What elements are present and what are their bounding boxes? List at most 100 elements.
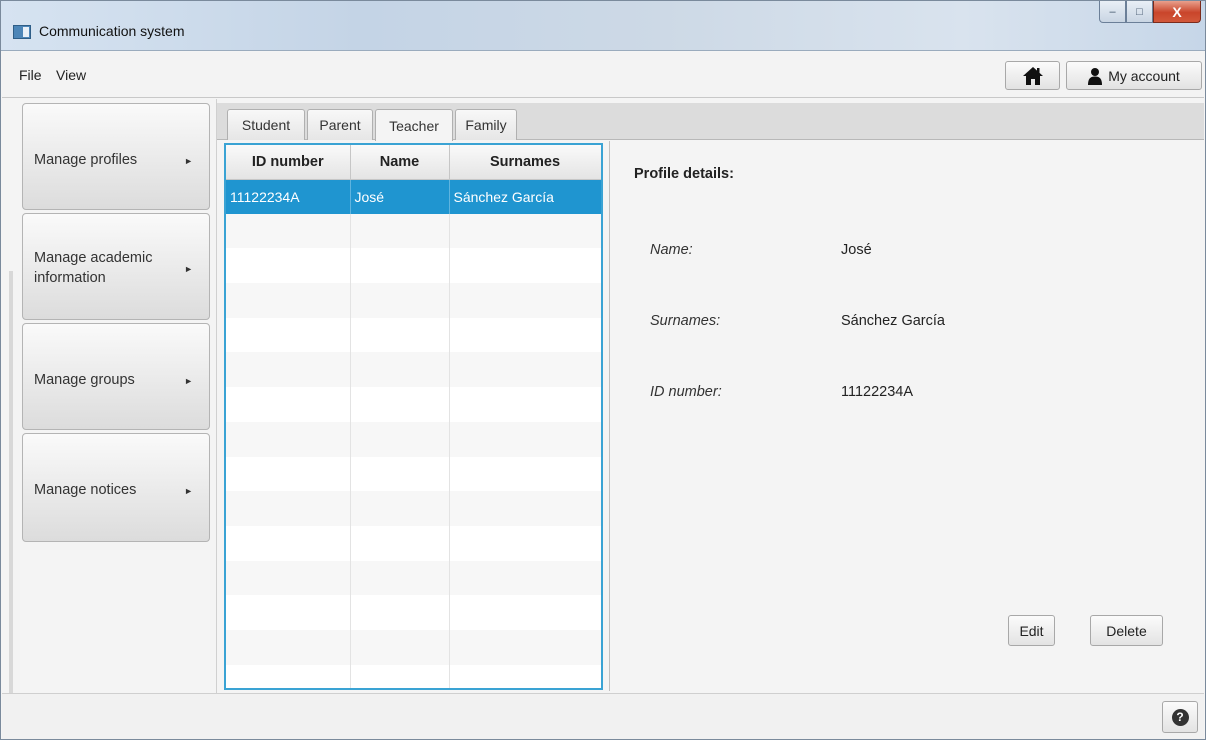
id-number-value: 11122234A [841,384,914,400]
menu-file[interactable]: File [19,67,42,83]
sidebar-item-manage-profiles[interactable]: Manage profiles ► [22,103,210,210]
table-row[interactable] [226,525,601,561]
tab-student[interactable]: Student [227,109,305,140]
window-title: Communication system [39,23,185,39]
table-cell [350,213,450,249]
table-row[interactable] [226,317,601,353]
table-row[interactable] [226,595,601,630]
table-cell [226,213,351,249]
sidebar-item-manage-groups[interactable]: Manage groups ► [22,323,210,430]
table-cell [449,525,601,561]
table-cell [350,283,450,318]
app-window: Communication system – □ X File View My … [0,0,1206,740]
table-cell [350,421,450,457]
surnames-label: Surnames: [650,313,721,329]
window-edge [9,271,13,735]
column-header-surnames[interactable]: Surnames [449,145,601,180]
title-bar[interactable]: Communication system – □ X [1,1,1205,51]
maximize-button[interactable]: □ [1126,1,1153,23]
my-account-button[interactable]: My account [1066,61,1202,90]
table-cell [449,283,601,318]
table-cell [226,595,351,630]
table-cell: José [350,179,450,214]
table-cell: 11122234A [226,179,351,214]
tab-parent[interactable]: Parent [307,109,373,140]
table-cell [226,525,351,561]
sidebar-item-label: Manage academic information [34,248,153,288]
delete-button[interactable]: Delete [1090,615,1163,646]
table-cell [350,248,450,284]
table-header-row: ID number Name Surnames [226,145,601,180]
app-icon [13,25,31,39]
tab-teacher[interactable]: Teacher [375,109,453,141]
minimize-button[interactable]: – [1099,1,1126,23]
sidebar-item-manage-notices[interactable]: Manage notices ► [22,433,210,542]
table-cell [449,387,601,422]
table-cell [350,664,450,688]
tab-family[interactable]: Family [455,109,517,140]
table-row[interactable] [226,456,601,492]
user-icon [1088,67,1103,85]
edit-button[interactable]: Edit [1008,615,1055,646]
home-icon [1022,66,1043,85]
column-header-name[interactable]: Name [350,145,450,180]
table-row[interactable] [226,560,601,596]
profile-type-tabs: Student Parent Teacher Family [217,103,1204,141]
table-cell [226,560,351,596]
table-row[interactable] [226,352,601,388]
my-account-label: My account [1108,67,1180,84]
table-cell [449,213,601,249]
table-cell [449,595,601,630]
menu-view[interactable]: View [56,67,86,83]
table-cell [350,629,450,665]
table-row[interactable] [226,213,601,249]
table-cell [449,664,601,688]
chevron-right-icon: ► [184,486,193,496]
window-controls: – □ X [1099,1,1201,27]
table-row[interactable] [226,387,601,422]
table-cell [449,491,601,526]
table-cell [350,387,450,422]
chevron-right-icon: ► [184,156,193,166]
table-cell [226,491,351,526]
chevron-right-icon: ► [184,376,193,386]
table-cell [350,595,450,630]
home-button[interactable] [1005,61,1060,90]
table-cell [350,352,450,388]
table-cell [226,283,351,318]
profile-details-panel: Profile details: Name: José Surnames: Sá… [609,141,1204,691]
table-cell [226,421,351,457]
sidebar-item-label: Manage groups [34,372,135,388]
table-row[interactable] [226,283,601,318]
table-row[interactable] [226,491,601,526]
table-row[interactable] [226,629,601,665]
profiles-table[interactable]: ID number Name Surnames 11122234A José Sán… [224,143,603,690]
table-cell [350,491,450,526]
sidebar-item-label: Manage profiles [34,152,138,168]
chevron-right-icon: ► [184,264,193,274]
table-cell [449,421,601,457]
sidebar-item-label: Manage notices [34,482,137,498]
table-cell [350,317,450,353]
name-value: José [841,242,872,258]
table-cell: Sánchez García [449,179,601,214]
help-button[interactable]: ? [1162,701,1198,733]
column-header-id-number[interactable]: ID number [226,145,351,180]
close-button[interactable]: X [1153,1,1201,23]
name-label: Name: [650,242,693,258]
sidebar-item-manage-academic-information[interactable]: Manage academic information ► [22,213,210,320]
table-cell [449,560,601,596]
table-cell [226,456,351,492]
table-cell [449,352,601,388]
table-row[interactable] [226,421,601,457]
table-cell [226,248,351,284]
table-row[interactable] [226,664,601,688]
table-cell [226,664,351,688]
table-cell [226,352,351,388]
table-cell [449,317,601,353]
table-row[interactable] [226,248,601,284]
table-row[interactable]: 11122234A José Sánchez García [226,179,601,214]
table-cell [449,456,601,492]
sidebar-divider [216,99,217,693]
table-cell [226,317,351,353]
